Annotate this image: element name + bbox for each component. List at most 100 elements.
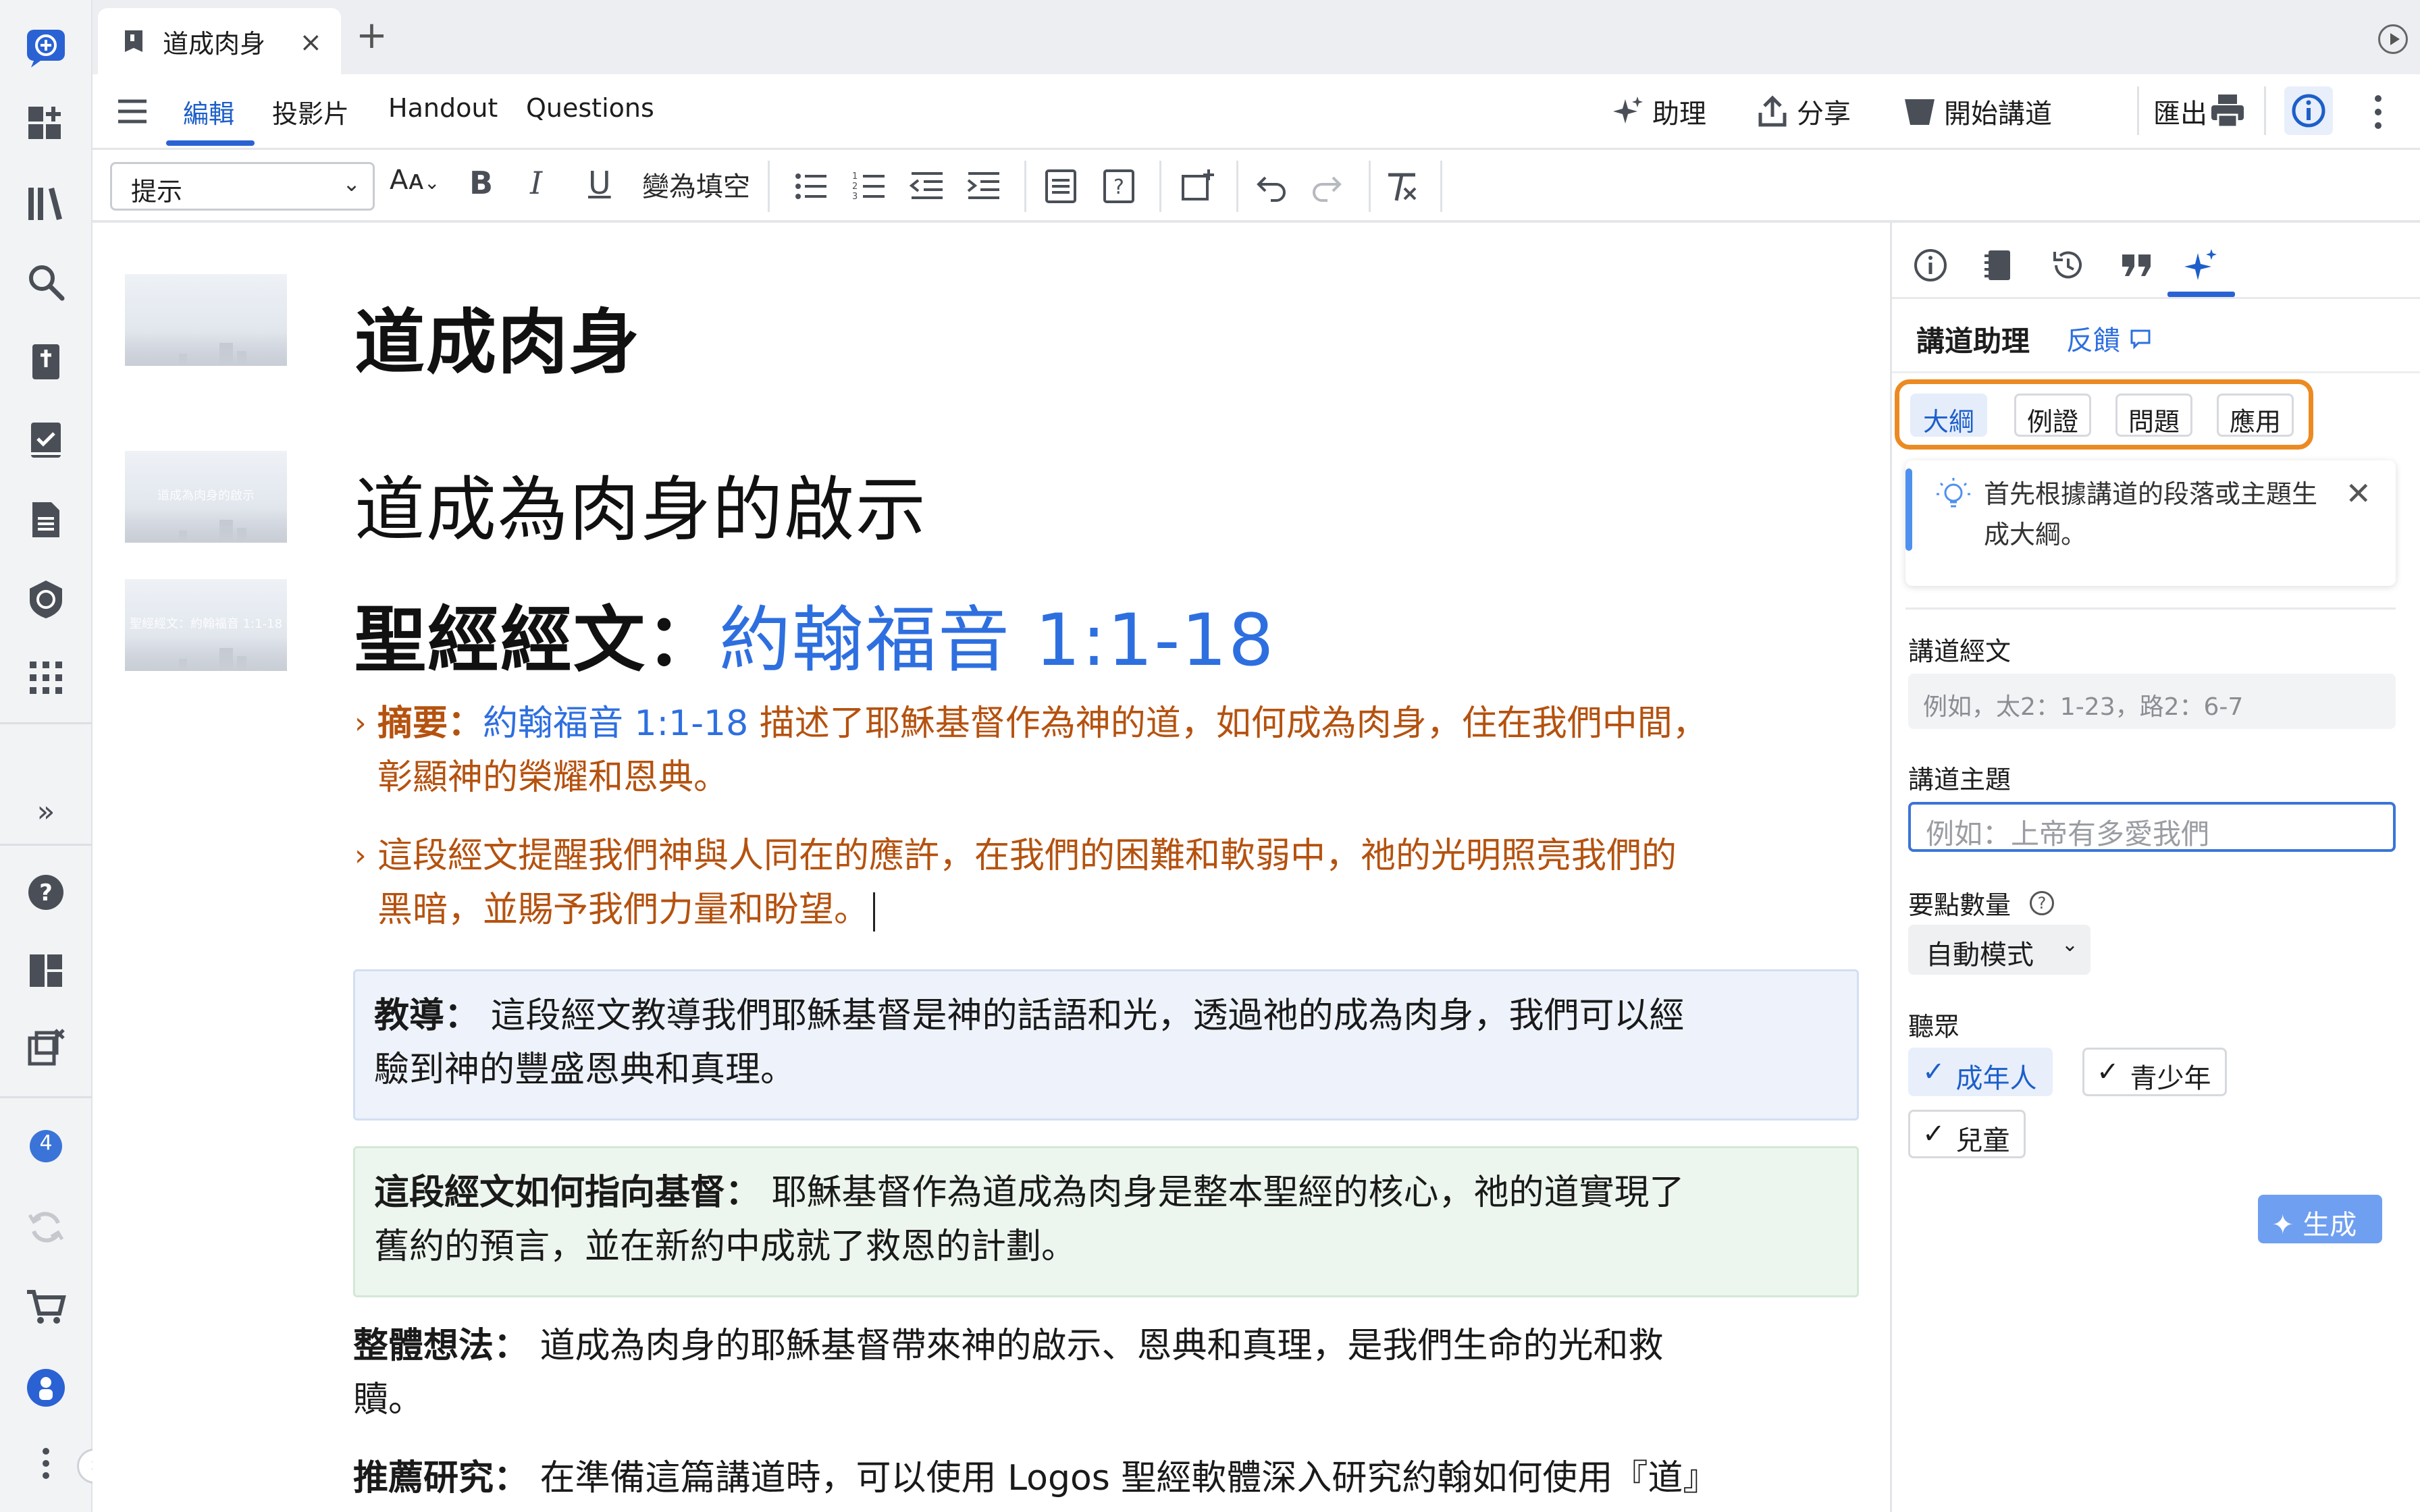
start-preaching-button[interactable]: 開始講道 xyxy=(1902,92,2052,131)
tab-questions[interactable]: Questions xyxy=(526,93,654,123)
new-tab-button[interactable]: + xyxy=(356,14,388,57)
slide-thumbnail[interactable] xyxy=(125,274,287,366)
print-icon[interactable] xyxy=(2209,92,2246,132)
close-tab-icon[interactable]: × xyxy=(299,27,322,58)
close-tip-icon[interactable]: ✕ xyxy=(2345,475,2371,512)
play-icon[interactable] xyxy=(2378,24,2408,54)
chip-outline[interactable]: 大綱 xyxy=(1910,394,1988,437)
toolbar-divider xyxy=(1369,161,1371,212)
section-heading[interactable]: 道成為肉身的啟示 xyxy=(354,452,927,554)
scripture-heading[interactable]: 聖經經文：約翰福音 1:1-18 xyxy=(354,582,1275,686)
share-button[interactable]: 分享 xyxy=(1755,92,1851,131)
chip-questions[interactable]: 問題 xyxy=(2115,394,2193,437)
undo-icon[interactable] xyxy=(1250,166,1290,207)
slide-thumbnail[interactable]: 道成為肉身的啟示 xyxy=(125,451,287,543)
feedback-link[interactable]: 反饋 xyxy=(2066,319,2152,358)
panel-tab-quotes[interactable] xyxy=(2113,242,2161,289)
paragraph-style-select[interactable]: 提示 ⌄ xyxy=(110,162,375,211)
export-button[interactable]: 匯出 xyxy=(2153,92,2207,131)
insert-question-icon[interactable]: ? xyxy=(1099,166,1139,207)
logos-home-icon[interactable] xyxy=(19,20,73,74)
recommended-study-paragraph[interactable]: 推薦研究： 在準備這篇講道時，可以使用 Logos 聖經軟體深入研究約翰如何使用… xyxy=(353,1451,1879,1505)
dashboard-add-icon[interactable] xyxy=(19,96,73,150)
points-to-christ-text-line1: 耶穌基督作為道成為肉身是整本聖經的核心，祂的道實現了 xyxy=(760,1172,1685,1213)
checklist-icon[interactable] xyxy=(19,413,73,467)
panel-tab-assistant[interactable] xyxy=(2177,242,2224,289)
slide-thumbnail[interactable]: 聖經經文：約翰福音 1:1-18 xyxy=(125,579,287,671)
points-count-select[interactable]: 自動模式 ⌄ xyxy=(1908,925,2090,975)
layout-icon[interactable] xyxy=(19,944,73,998)
underline-button[interactable]: U xyxy=(588,165,611,201)
clear-formatting-icon[interactable] xyxy=(1382,166,1423,207)
panel-tab-notebook[interactable] xyxy=(1976,242,2023,289)
format-toolbar: 提示 ⌄ Aᴀ⌄ B I U 變為填空 123 ? xyxy=(93,150,2420,223)
account-avatar-icon[interactable] xyxy=(19,1361,73,1415)
assistant-button[interactable]: 助理 xyxy=(1610,92,1706,131)
info-icon xyxy=(1914,249,1947,281)
font-size-button[interactable]: Aᴀ⌄ xyxy=(390,165,440,196)
document-icon[interactable] xyxy=(19,493,73,547)
sermon-editor[interactable]: 道成為肉身的啟示 聖經經文：約翰福音 1:1-18 道成肉身 道成為肉身的啟示 … xyxy=(93,223,1890,1512)
toolbar-divider xyxy=(1236,161,1238,212)
summary-bullet[interactable]: › 摘要：約翰福音 1:1-18 描述了耶穌基督作為神的道，如何成為肉身，住在我… xyxy=(354,697,1890,805)
tab-handout[interactable]: Handout xyxy=(388,93,498,123)
teaching-callout[interactable]: 教導： 這段經文教導我們耶穌基督是神的話語和光，透過祂的成為肉身，我們可以經 驗到… xyxy=(353,969,1859,1120)
help-icon[interactable]: ? xyxy=(19,865,73,919)
outdent-icon[interactable] xyxy=(907,166,947,207)
hamburger-menu-icon[interactable] xyxy=(115,94,149,131)
more-vertical-icon[interactable] xyxy=(19,1436,73,1490)
bible-icon[interactable] xyxy=(19,335,73,389)
promise-text-line1: 這段經文提醒我們神與人同在的應許，在我們的困難和軟弱中，祂的光明照亮我們的 xyxy=(377,836,1677,876)
sermon-shield-icon[interactable] xyxy=(19,572,73,626)
topic-input[interactable]: 例如：上帝有多愛我們 xyxy=(1908,802,2396,852)
scripture-input[interactable]: 例如，太2：1-23，路2：6-7 xyxy=(1908,674,2396,729)
quote-icon xyxy=(2122,254,2151,276)
library-icon[interactable] xyxy=(19,177,73,231)
points-count-value: 自動模式 xyxy=(1926,940,2034,971)
info-toggle-button[interactable] xyxy=(2284,86,2333,135)
text-cursor xyxy=(873,892,876,932)
insert-block-icon[interactable] xyxy=(1041,166,1081,207)
sermon-assistant-panel: 講道助理 反饋 大綱 例證 問題 應用 首先根據講道的段落或主題生成大綱。 ✕ … xyxy=(1890,223,2420,1512)
close-panels-icon[interactable] xyxy=(19,1021,73,1075)
document-tab[interactable]: 道成肉身 × xyxy=(98,8,341,74)
tab-edit[interactable]: 編輯 xyxy=(183,93,234,130)
share-label: 分享 xyxy=(1797,99,1851,130)
bullet-list-icon[interactable] xyxy=(791,166,831,207)
summary-reference-link[interactable]: 約翰福音 1:1-18 xyxy=(483,703,748,744)
sparkle-icon: ✦ xyxy=(2271,1210,2294,1241)
audience-children-chip[interactable]: ✓ 兒童 xyxy=(1908,1110,2026,1158)
tab-slides[interactable]: 投影片 xyxy=(272,93,349,130)
chip-application[interactable]: 應用 xyxy=(2217,394,2294,437)
promise-bullet[interactable]: › 這段經文提醒我們神與人同在的應許，在我們的困難和軟弱中，祂的光明照亮我們的黑… xyxy=(354,829,1890,937)
cart-icon[interactable] xyxy=(19,1280,73,1334)
audience-adults-chip[interactable]: ✓ 成年人 xyxy=(1908,1048,2053,1096)
numbered-list-icon[interactable]: 123 xyxy=(849,166,889,207)
recommended-study-lead: 推薦研究： xyxy=(353,1458,529,1498)
audience-youth-chip[interactable]: ✓ 青少年 xyxy=(2082,1048,2227,1096)
overall-idea-paragraph[interactable]: 整體想法： 道成為肉身的耶穌基督帶來神的啟示、恩典和真理，是我們生命的光和救 贖。 xyxy=(353,1319,1879,1427)
panel-tab-history[interactable] xyxy=(2045,242,2092,289)
search-icon[interactable] xyxy=(19,255,73,309)
apps-grid-icon[interactable] xyxy=(19,651,73,705)
help-circle-icon[interactable]: ? xyxy=(2030,891,2054,915)
fill-blank-button[interactable]: 變為填空 xyxy=(642,165,750,204)
expand-rail-icon[interactable]: » xyxy=(19,784,73,838)
document-tab-title: 道成肉身 xyxy=(163,28,266,59)
redo-icon[interactable] xyxy=(1308,166,1348,207)
panel-tab-info[interactable] xyxy=(1907,242,1954,289)
points-to-christ-callout[interactable]: 這段經文如何指向基督： 耶穌基督作為道成為肉身是整本聖經的核心，祂的道實現了 舊約… xyxy=(353,1146,1859,1297)
app-rail: » ? 4 xyxy=(0,0,93,1512)
more-options-icon[interactable] xyxy=(2368,92,2388,135)
chip-illustration[interactable]: 例證 xyxy=(2014,394,2092,437)
add-slide-icon[interactable] xyxy=(1177,166,1217,207)
indent-icon[interactable] xyxy=(964,166,1004,207)
notification-badge[interactable]: 4 xyxy=(19,1119,73,1173)
generate-button[interactable]: ✦ 生成 xyxy=(2258,1195,2382,1243)
scripture-reference-link[interactable]: 約翰福音 1:1-18 xyxy=(719,599,1275,682)
italic-button[interactable]: I xyxy=(530,165,542,201)
sync-icon[interactable] xyxy=(19,1200,73,1254)
bold-button[interactable]: B xyxy=(469,165,493,201)
document-title[interactable]: 道成肉身 xyxy=(354,285,641,387)
bullet-caret-icon: › xyxy=(354,706,367,740)
